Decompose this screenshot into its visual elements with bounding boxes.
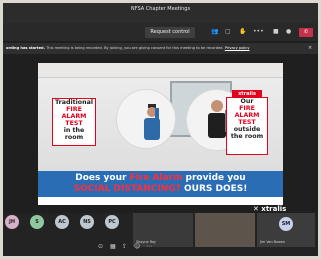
participant-video-tile[interactable]: Shayne Ray — [133, 213, 193, 247]
ceiling — [38, 63, 283, 78]
reaction-icon[interactable]: ☺ — [134, 243, 140, 250]
grid-icon[interactable]: ▦ — [110, 243, 116, 250]
card-left-line1: Traditional — [54, 99, 93, 106]
request-control-button[interactable]: Request control — [145, 27, 195, 38]
participant-avatar[interactable]: PC — [105, 215, 119, 229]
slide-question-line2: SOCIAL DISTANCING? OURS DOES! — [38, 184, 283, 195]
our-test-card: Our FIRE ALARM TEST outside the room — [226, 97, 268, 155]
participant-avatar[interactable]: JH — [5, 215, 19, 229]
technician-left-icon — [144, 104, 160, 140]
call-controls: ⊙ ▦ ⇪ ☺ ⋯ — [98, 243, 190, 253]
screen-photo: NFSA Chapter Meetings Request control 👥 … — [0, 0, 321, 259]
share-icon[interactable]: ⇪ — [122, 243, 127, 250]
question-part5: OURS DOES! — [180, 184, 248, 194]
privacy-policy-link[interactable]: Privacy policy — [225, 46, 250, 50]
more-icon[interactable]: ••• — [253, 28, 264, 36]
question-part4: SOCIAL DISTANCING? — [73, 184, 181, 194]
participant-video-tile[interactable] — [195, 213, 255, 247]
question-part2: Fire Alarm — [129, 173, 183, 183]
card-left-line5: in the — [63, 127, 85, 134]
ellipsis-icon[interactable]: ⋯ — [146, 243, 152, 250]
slide-photo: Traditional FIRE ALARM TEST in the room … — [38, 63, 283, 171]
traditional-test-card: Traditional FIRE ALARM TEST in the room — [52, 98, 96, 146]
window-title: NFSA Chapter Meetings — [130, 6, 191, 12]
card-right-line6: the room — [230, 133, 264, 140]
slide-question-band: Does your Fire Alarm provide you SOCIAL … — [38, 171, 283, 197]
teams-window: NFSA Chapter Meetings Request control 👥 … — [3, 3, 318, 256]
card-right-line4: TEST — [238, 119, 256, 126]
close-icon[interactable]: × — [308, 43, 312, 54]
participant-avatar: SM — [279, 217, 293, 231]
raise-hand-icon[interactable]: ✋ — [239, 28, 246, 36]
slide-footer — [38, 197, 283, 205]
shared-slide: Traditional FIRE ALARM TEST in the room … — [38, 63, 283, 205]
camera-icon[interactable]: ■ — [273, 28, 279, 36]
participant-avatar[interactable]: NS — [80, 215, 94, 229]
meeting-toolbar: Request control 👥 ▢ ✋ ••• ■ ● ✆ — [3, 23, 318, 41]
card-left-line2: FIRE — [66, 106, 82, 113]
recording-status: ording has started. — [6, 46, 45, 50]
participant-video-tile[interactable]: SM Jim Van Bowen — [257, 213, 315, 247]
recording-notice: This meeting is being recorded. By joini… — [44, 46, 224, 50]
leave-icon[interactable]: ✆ — [299, 28, 313, 37]
participant-avatar[interactable]: AC — [55, 215, 69, 229]
title-bar: NFSA Chapter Meetings — [3, 3, 318, 23]
card-right-line3: ALARM — [234, 112, 260, 119]
participant-avatar[interactable]: S — [30, 215, 44, 229]
chat-icon[interactable]: ▢ — [225, 28, 231, 36]
card-left-line4: TEST — [65, 120, 83, 127]
participant-name: Jim Van Bowen — [260, 240, 286, 244]
question-part1: Does your — [75, 173, 130, 183]
xtralis-logo: ✕ xtralis — [253, 205, 287, 213]
card-right-line5: outside — [233, 126, 261, 133]
mic-icon[interactable]: ● — [286, 28, 291, 36]
participants-icon[interactable]: 👥 — [211, 28, 218, 36]
pin-icon[interactable]: ⊙ — [98, 243, 103, 250]
slide-question-line1: Does your Fire Alarm provide you — [38, 173, 283, 184]
card-right-line1: Our — [240, 98, 254, 105]
recording-banner: ording has started. This meeting is bein… — [3, 43, 318, 54]
question-part3: provide you — [182, 173, 246, 183]
card-left-line3: ALARM — [61, 113, 87, 120]
card-right-line2: FIRE — [239, 105, 255, 112]
technician-left-image — [116, 89, 176, 149]
card-left-line6: room — [64, 134, 84, 141]
